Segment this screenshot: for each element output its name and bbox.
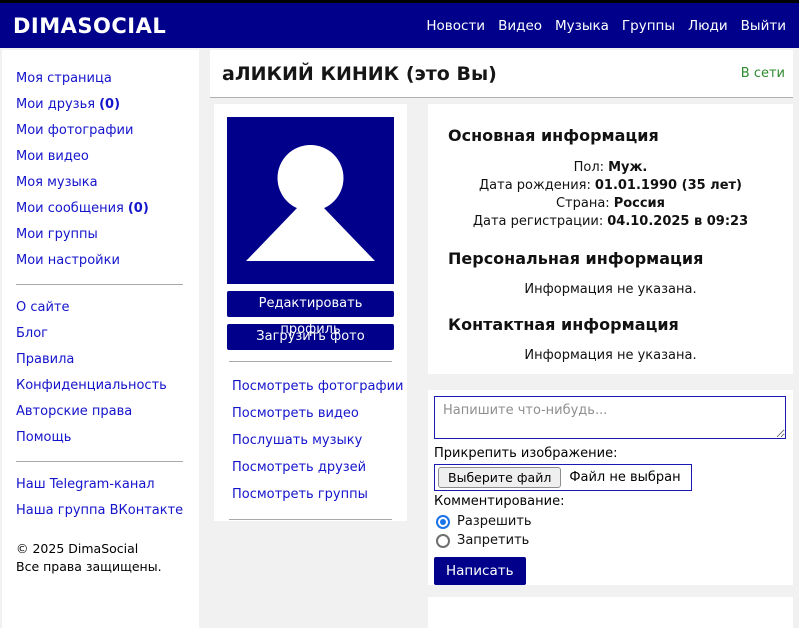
top-header: DIMASOCIAL Новости Видео Музыка Группы Л…	[0, 0, 799, 48]
nav-video[interactable]: Видео	[498, 18, 542, 34]
friends-count: (0)	[99, 97, 121, 112]
view-friends-link[interactable]: Посмотреть друзей	[227, 454, 394, 481]
sidebar-item-telegram-channel[interactable]: Наш Telegram-канал	[16, 472, 187, 498]
basic-info-heading: Основная информация	[448, 126, 659, 145]
commenting-label: Комментирование:	[434, 494, 565, 509]
sidebar-item-my-videos[interactable]: Мои видео	[16, 144, 187, 170]
nav-music[interactable]: Музыка	[555, 18, 609, 34]
view-photos-link[interactable]: Посмотреть фотографии	[227, 373, 403, 400]
nav-news[interactable]: Новости	[426, 18, 485, 34]
profile-card: Редактировать профиль Загрузить фото Пос…	[214, 104, 407, 521]
sidebar-item-my-photos[interactable]: Мои фотографии	[16, 118, 187, 144]
country-row: Страна: Россия	[555, 196, 666, 211]
basic-info-rows: Пол: Муж. Дата рождения: 01.01.1990 (35 ле…	[448, 159, 773, 231]
sidebar-divider	[16, 284, 183, 285]
listen-music-link[interactable]: Послушать музыку	[227, 427, 394, 454]
sidebar-item-my-groups[interactable]: Мои группы	[16, 222, 187, 248]
contact-info-heading: Контактная информация	[448, 315, 679, 334]
sidebar-item-my-page[interactable]: Моя страница	[16, 66, 187, 92]
view-videos-link[interactable]: Посмотреть видео	[227, 400, 394, 427]
top-navigation: Новости Видео Музыка Группы Люди Выйти	[426, 18, 786, 34]
sidebar-item-vk-group[interactable]: Наша группа ВКонтакте	[16, 498, 187, 524]
allow-comments-radio[interactable]	[436, 514, 450, 529]
deny-comments-option[interactable]: Запретить	[436, 531, 783, 550]
personal-info-heading: Персональная информация	[448, 249, 704, 268]
sidebar-item-my-settings[interactable]: Мои настройки	[16, 248, 187, 274]
sidebar-item-my-music[interactable]: Моя музыка	[16, 170, 187, 196]
copyright-notice: © 2025 DimaSocial Все права защищены.	[16, 541, 162, 574]
upload-photo-button[interactable]: Загрузить фото	[227, 324, 394, 350]
profile-title-bar: аЛИКИЙ КИНИК (это Вы) В сети	[210, 50, 793, 98]
sidebar-item-blog[interactable]: Блог	[16, 321, 187, 347]
wall-posts-panel	[428, 597, 793, 628]
sidebar-divider	[16, 461, 183, 462]
sidebar-item-copyright[interactable]: Авторские права	[16, 399, 187, 425]
registration-date-row: Дата регистрации: 04.10.2025 в 09:23	[472, 214, 749, 229]
gender-row: Пол: Муж.	[573, 160, 648, 175]
profile-info-panel: Основная информация Пол: Муж. Дата рожден…	[428, 104, 793, 374]
sidebar-item-my-friends[interactable]: Мои друзья (0)	[16, 92, 187, 118]
allow-comments-option[interactable]: Разрешить	[436, 512, 783, 531]
attach-image-label: Прикрепить изображение:	[434, 446, 618, 461]
site-logo[interactable]: DIMASOCIAL	[13, 14, 166, 38]
deny-comments-radio[interactable]	[436, 533, 450, 548]
sidebar-item-help[interactable]: Помощь	[16, 425, 187, 451]
birthdate-row: Дата рождения: 01.01.1990 (35 лет)	[479, 178, 742, 193]
sidebar-item-privacy[interactable]: Конфиденциальность	[16, 373, 187, 399]
online-status-badge: В сети	[740, 66, 785, 81]
edit-profile-button[interactable]: Редактировать профиль	[227, 291, 394, 337]
nav-people[interactable]: Люди	[688, 18, 728, 34]
page-title: аЛИКИЙ КИНИК (это Вы)	[222, 62, 497, 85]
post-text-input[interactable]	[434, 396, 786, 439]
sidebar-item-rules[interactable]: Правила	[16, 347, 187, 373]
new-post-form: Прикрепить изображение: Выберите файл Фа…	[428, 390, 793, 585]
avatar-placeholder-image	[227, 117, 394, 284]
file-status-text: Файл не выбран	[569, 470, 681, 485]
card-divider	[229, 519, 392, 520]
card-divider	[229, 361, 392, 362]
sidebar-item-my-messages[interactable]: Мои сообщения (0)	[16, 196, 187, 222]
view-groups-link[interactable]: Посмотреть группы	[227, 481, 394, 508]
choose-file-button[interactable]: Выберите файл	[438, 467, 562, 488]
file-upload-input[interactable]: Выберите файл Файл не выбран	[434, 464, 692, 491]
nav-logout[interactable]: Выйти	[741, 18, 786, 34]
sidebar: Моя страница Мои друзья (0) Мои фотографи…	[2, 50, 199, 628]
personal-info-empty-text: Информация не указана.	[524, 282, 697, 297]
contact-info-empty-text: Информация не указана.	[524, 348, 697, 363]
nav-groups[interactable]: Группы	[622, 18, 675, 34]
messages-count: (0)	[127, 201, 149, 216]
post-submit-button[interactable]: Написать	[434, 557, 526, 585]
sidebar-item-about[interactable]: О сайте	[16, 295, 187, 321]
